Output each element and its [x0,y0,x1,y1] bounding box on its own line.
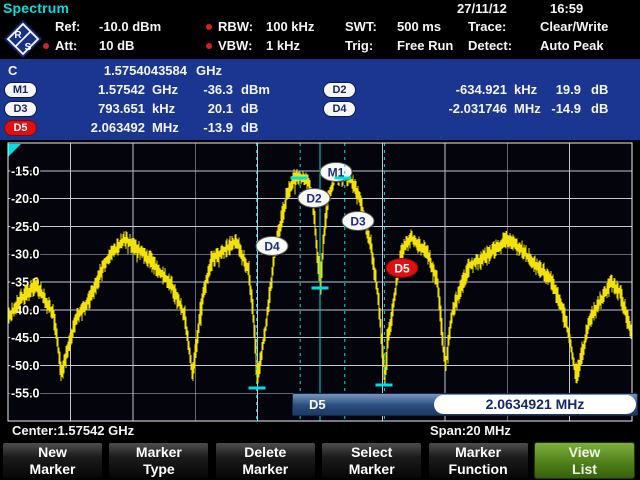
d2-level-unit: dB [591,81,608,99]
marker-tick-d4 [249,387,266,390]
y-axis-label: -30.0 [11,248,40,262]
center-marker-freq: 1.5754043584 [104,62,187,80]
y-axis-label: -15.0 [11,164,40,178]
marker-entry-bar: D5 2.0634921 MHz [292,393,638,416]
marker-tick-d3 [335,177,352,180]
coupled-dot-icon [206,24,212,30]
marker-badge-label-d5: D5 [394,262,410,276]
d5-freq-unit: MHz [152,119,179,137]
marker-readout-panel: C 1.5754043584 GHz M1 1.57542 GHz -36.3 … [0,59,640,140]
marker-label-d4: D4 [323,101,356,117]
svg-text:S: S [25,42,32,53]
center-marker-id: C [8,62,17,80]
marker-badge-label-d4: D4 [264,240,280,254]
d3-freq-unit: kHz [152,100,175,118]
softkey-new-marker[interactable]: NewMarker [2,442,103,479]
marker-label-d3: D3 [4,101,37,117]
rohde-schwarz-logo: R S [3,19,43,59]
d2-level: 19.9 [556,81,581,99]
marker-tick-d2 [291,177,308,180]
mode-title: Spectrum [3,0,69,16]
time-display: 16:59 [550,1,583,16]
y-axis-label: -20.0 [11,192,40,206]
setting-swt: SWT:500 ms [345,19,441,34]
date-display: 27/11/12 [457,1,507,16]
softkey-select-marker[interactable]: SelectMarker [321,442,422,479]
marker-badge-label-d2: D2 [306,192,322,206]
setting-trig: Trig:Free Run [345,38,453,53]
spectrum-plot: -15.0-20.0-25.0-30.0-35.0-40.0-45.0-50.0… [0,140,640,425]
marker-label-d5: D5 [4,120,37,136]
settings-header: R S Ref:-10.0 dBm Att:10 dB RBW:100 kHz … [0,17,640,59]
m1-level: -36.3 [203,81,233,99]
svg-text:R: R [14,30,22,41]
d2-freq: -634.921 [456,81,507,99]
d4-level-unit: dB [591,100,608,118]
marker-tick-d5 [376,384,393,387]
y-axis-label: -50.0 [11,359,40,373]
d3-freq: 793.651 [98,100,145,118]
d5-level-unit: dB [241,119,258,137]
center-marker-unit: GHz [196,62,222,80]
d4-level: -14.9 [551,100,581,118]
setting-detect: Detect:Auto Peak [468,38,604,53]
softkey-bar: NewMarkerMarkerTypeDeleteMarkerSelectMar… [0,441,640,480]
title-bar: Spectrum 27/11/12 16:59 [0,0,640,17]
softkey-marker-function[interactable]: MarkerFunction [428,442,529,479]
marker-label-m1: M1 [4,82,37,98]
d3-level: 20.1 [208,100,233,118]
d3-level-unit: dB [241,100,258,118]
y-axis-label: -25.0 [11,220,40,234]
center-frequency-readout: Center:1.57542 GHz [12,423,134,438]
coupled-dot-icon [43,43,49,49]
d4-freq-unit: MHz [514,100,541,118]
coupled-dot-icon [206,43,212,49]
setting-att: Att:10 dB [55,38,134,53]
y-axis-label: -55.0 [11,387,40,401]
marker-tick-m1 [312,287,329,290]
d5-freq: 2.063492 [91,119,145,137]
m1-level-unit: dBm [241,81,270,99]
setting-rbw: RBW:100 kHz [218,19,314,34]
m1-freq: 1.57542 [98,81,145,99]
d5-level: -13.9 [203,119,233,137]
marker-frequency-input[interactable]: 2.0634921 MHz [434,395,636,414]
marker-label-d2: D2 [323,82,356,98]
setting-trace: Trace:Clear/Write [468,19,608,34]
softkey-view-list[interactable]: ViewList [534,442,635,479]
spectrum-analyzer-screen: Spectrum 27/11/12 16:59 R S Ref:-10.0 dB… [0,0,640,480]
d4-freq: -2.031746 [448,100,507,118]
softkey-marker-type[interactable]: MarkerType [108,442,209,479]
marker-badge-label-d3: D3 [350,215,366,229]
setting-ref: Ref:-10.0 dBm [55,19,161,34]
y-axis-label: -45.0 [11,331,40,345]
softkey-delete-marker[interactable]: DeleteMarker [215,442,316,479]
span-readout: Span:20 MHz [430,423,511,438]
m1-freq-unit: GHz [152,81,178,99]
d2-freq-unit: kHz [514,81,537,99]
setting-vbw: VBW:1 kHz [218,38,300,53]
entry-marker-label: D5 [309,397,326,412]
